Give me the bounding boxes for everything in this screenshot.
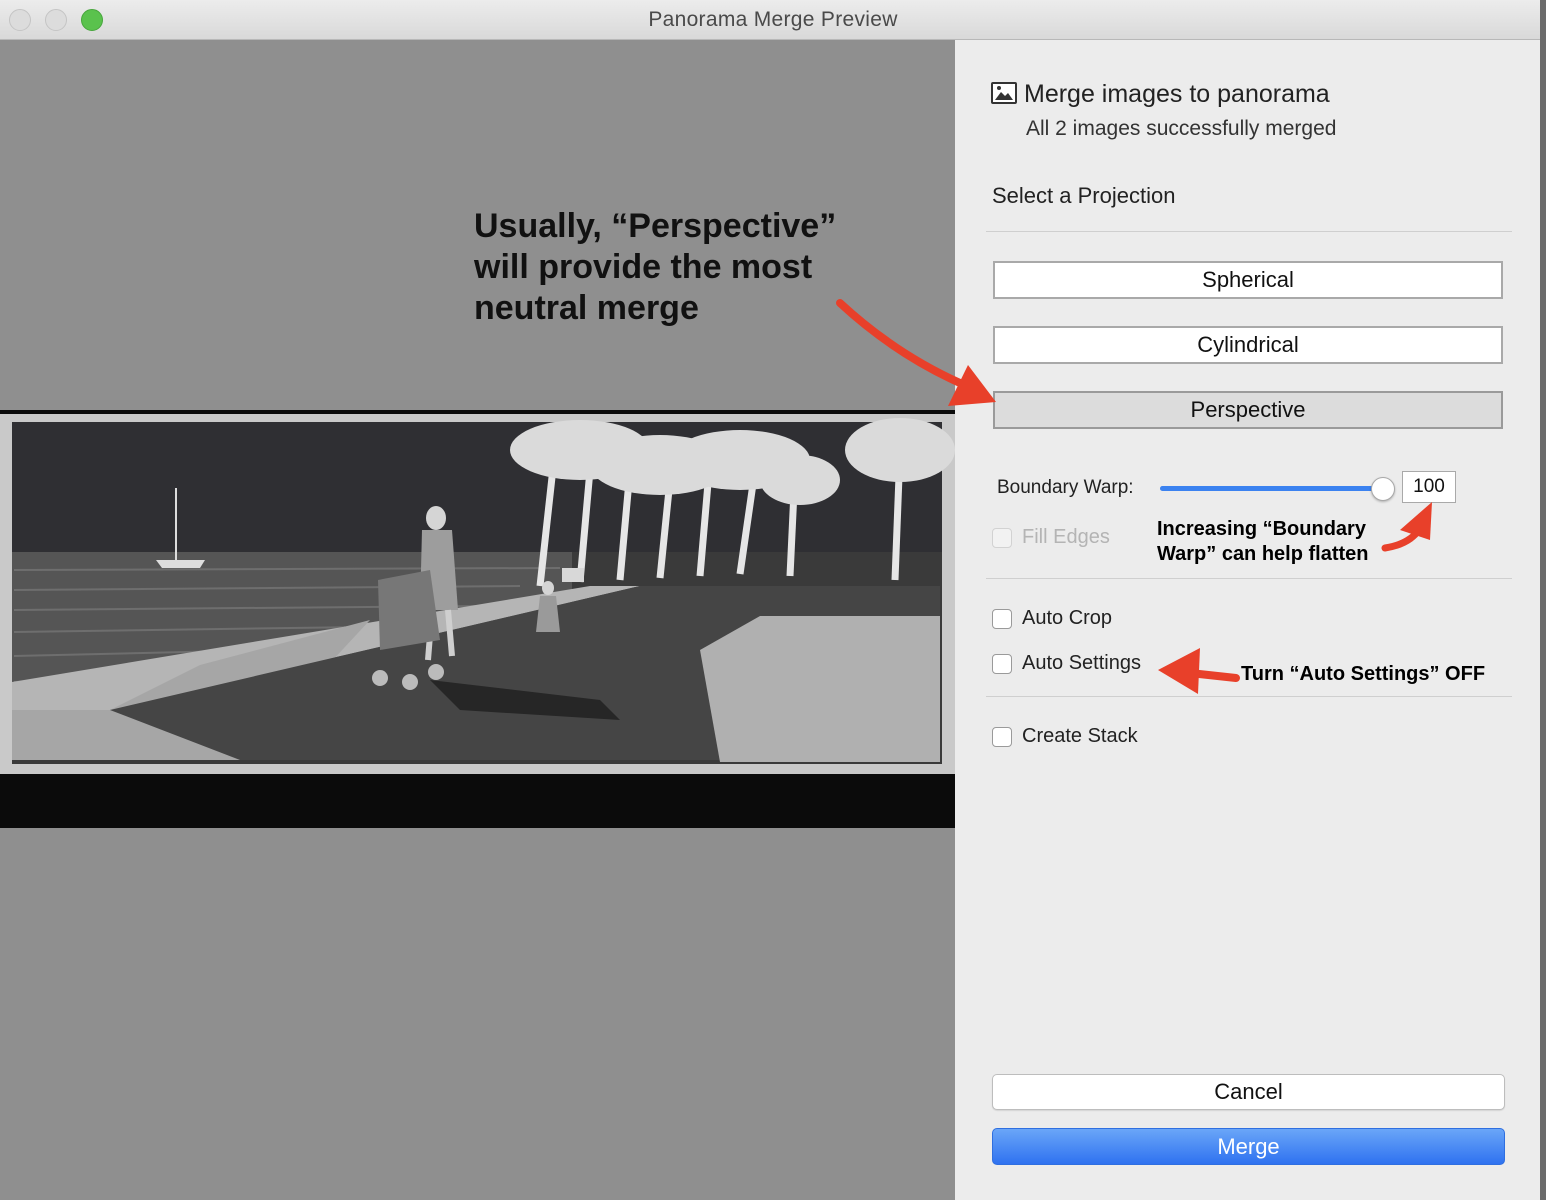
auto-settings-checkbox[interactable] (992, 654, 1012, 674)
panorama-image-icon (991, 82, 1017, 104)
perspective-annotation-line: Usually, “Perspective” (474, 207, 837, 245)
spherical-projection-button[interactable]: Spherical (993, 261, 1503, 299)
boundary-warp-annotation-line: Increasing “Boundary (1157, 518, 1366, 540)
divider (986, 578, 1512, 579)
perspective-annotation: Usually, “Perspective” will provide the … (474, 206, 914, 329)
boundary-warp-value-field[interactable]: 100 (1402, 471, 1456, 503)
fill-edges-checkbox (992, 528, 1012, 548)
window-edge (1540, 0, 1546, 1200)
perspective-annotation-line: neutral merge (474, 289, 699, 327)
projection-section-label: Select a Projection (992, 183, 1176, 208)
cancel-button[interactable]: Cancel (992, 1074, 1505, 1110)
panorama-preview-image (0, 410, 955, 828)
fill-edges-label: Fill Edges (1022, 526, 1110, 548)
divider (986, 696, 1512, 697)
boundary-warp-label: Boundary Warp: (997, 477, 1134, 498)
divider (986, 231, 1512, 232)
cylindrical-projection-button[interactable]: Cylindrical (993, 326, 1503, 364)
auto-settings-annotation: Turn “Auto Settings” OFF (1241, 663, 1486, 685)
auto-crop-label[interactable]: Auto Crop (1022, 607, 1112, 630)
auto-crop-checkbox[interactable] (992, 609, 1012, 629)
window-title: Panorama Merge Preview (648, 8, 898, 31)
perspective-annotation-line: will provide the most (474, 248, 813, 286)
panel-title: Merge images to panorama (1024, 80, 1330, 108)
perspective-projection-button[interactable]: Perspective (993, 391, 1503, 429)
merge-settings-panel: Merge images to panorama All 2 images su… (955, 40, 1546, 1200)
create-stack-checkbox[interactable] (992, 727, 1012, 747)
auto-settings-label[interactable]: Auto Settings (1022, 652, 1141, 675)
boundary-warp-slider-thumb[interactable] (1371, 477, 1395, 501)
boundary-warp-slider[interactable] (1160, 477, 1395, 501)
create-stack-label[interactable]: Create Stack (1022, 725, 1138, 748)
boundary-warp-annotation: Increasing “Boundary Warp” can help flat… (1157, 517, 1369, 567)
window-title-bar: Panorama Merge Preview (0, 0, 1546, 40)
boundary-warp-annotation-line: Warp” can help flatten (1157, 543, 1369, 565)
merge-button[interactable]: Merge (992, 1128, 1505, 1165)
merge-status-text: All 2 images successfully merged (1026, 117, 1337, 140)
boundary-warp-slider-fill (1160, 486, 1382, 491)
